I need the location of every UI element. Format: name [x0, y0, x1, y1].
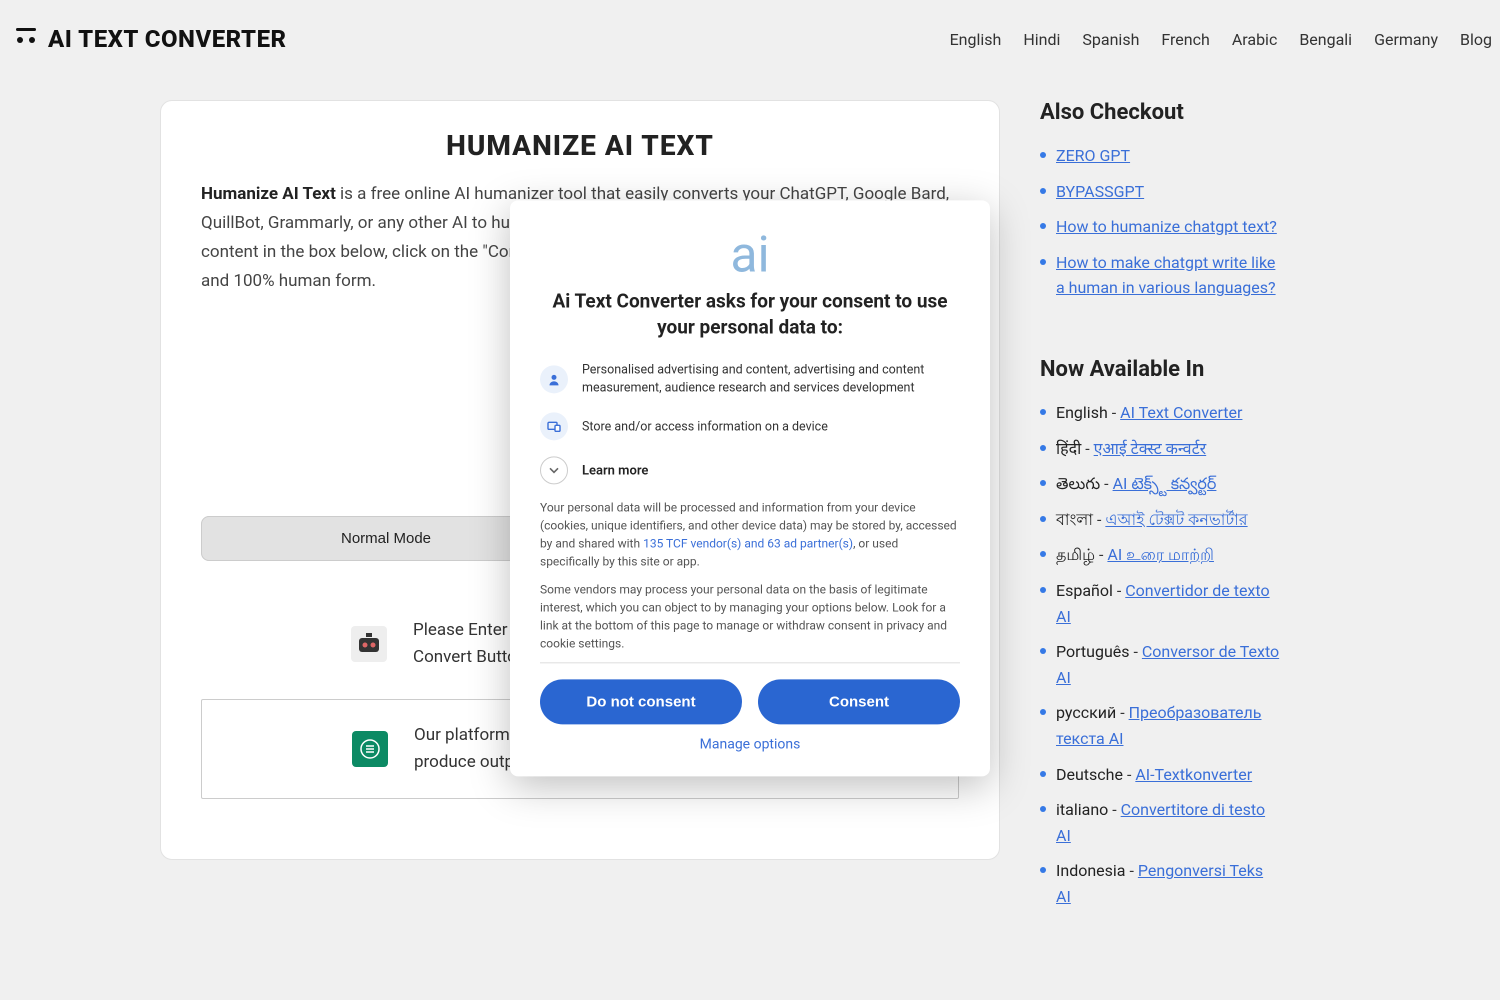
- consent-text-1: Personalised advertising and content, ad…: [582, 362, 960, 397]
- consent-item-1: Personalised advertising and content, ad…: [540, 362, 960, 397]
- nav-blog[interactable]: Blog: [1460, 30, 1492, 49]
- person-icon: [540, 365, 568, 393]
- list-item: தமிழ் - AI உரை மாற்றி: [1040, 542, 1280, 568]
- lang-label: Español: [1056, 581, 1113, 600]
- vendors-link[interactable]: 135 TCF vendor(s) and 63 ad partner(s): [643, 537, 853, 551]
- intro-strong: Humanize AI Text: [201, 184, 336, 204]
- list-item: English - AI Text Converter: [1040, 400, 1280, 426]
- logo[interactable]: AI TEXT CONVERTER: [12, 24, 287, 54]
- lang-label: English: [1056, 403, 1108, 422]
- link-howto-languages[interactable]: How to make chatgpt write like a human i…: [1056, 253, 1276, 298]
- page-title: HUMANIZE AI TEXT: [201, 129, 959, 162]
- consent-modal: ai Ai Text Converter asks for your conse…: [510, 200, 990, 776]
- consent-button-row: Do not consent Consent: [540, 680, 960, 725]
- list-item: italiano - Convertitore di testo AI: [1040, 797, 1280, 848]
- lang-label: తెలుగు: [1056, 474, 1100, 493]
- lang-link[interactable]: AI உரை மாற்றி: [1107, 545, 1214, 564]
- languages-list: English - AI Text Converter हिंदी - एआई …: [1040, 400, 1280, 910]
- modal-logo: ai: [540, 230, 960, 280]
- also-checkout-card: Also Checkout ZERO GPT BYPASSGPT How to …: [1040, 100, 1280, 301]
- lang-label: русский: [1056, 703, 1116, 722]
- top-nav: English Hindi Spanish French Arabic Beng…: [950, 30, 1492, 49]
- header: AI TEXT CONVERTER English Hindi Spanish …: [0, 0, 1500, 78]
- nav-spanish[interactable]: Spanish: [1082, 30, 1139, 49]
- list-item: русский - Преобразователь текста AI: [1040, 700, 1280, 751]
- nav-english[interactable]: English: [950, 30, 1002, 49]
- nav-hindi[interactable]: Hindi: [1023, 30, 1060, 49]
- logo-icon: [12, 24, 40, 54]
- link-howto-humanize[interactable]: How to humanize chatgpt text?: [1056, 217, 1277, 236]
- consent-button[interactable]: Consent: [758, 680, 960, 725]
- list-item: ZERO GPT: [1040, 143, 1280, 169]
- learn-more-toggle[interactable]: Learn more: [540, 457, 960, 485]
- lang-label: বাংলা: [1056, 510, 1093, 529]
- robot-avatar-icon: [351, 626, 387, 662]
- lang-label: Português: [1056, 642, 1130, 661]
- sidebar: Also Checkout ZERO GPT BYPASSGPT How to …: [1040, 100, 1280, 909]
- list-item: How to humanize chatgpt text?: [1040, 214, 1280, 240]
- languages-card: Now Available In English - AI Text Conve…: [1040, 357, 1280, 910]
- link-bypassgpt[interactable]: BYPASSGPT: [1056, 182, 1144, 201]
- languages-title: Now Available In: [1040, 357, 1280, 382]
- nav-french[interactable]: French: [1161, 30, 1209, 49]
- list-item: Português - Conversor de Texto AI: [1040, 639, 1280, 690]
- lang-link[interactable]: AI Text Converter: [1120, 403, 1242, 422]
- consent-text-2: Store and/or access information on a dev…: [582, 418, 828, 436]
- gpt-icon: [352, 731, 388, 767]
- list-item: Indonesia - Pengonversi Teks AI: [1040, 858, 1280, 909]
- learn-more-label: Learn more: [582, 463, 648, 478]
- logo-text: AI TEXT CONVERTER: [48, 25, 287, 53]
- lang-label: தமிழ்: [1056, 545, 1095, 564]
- modal-divider: [540, 663, 960, 664]
- modal-title: Ai Text Converter asks for your consent …: [540, 288, 960, 339]
- devices-icon: [540, 413, 568, 441]
- modal-body-2: Some vendors may process your personal d…: [540, 581, 960, 653]
- lang-label: Deutsche: [1056, 765, 1123, 784]
- list-item: हिंदी - एआई टेक्स्ट कन्वर्टर: [1040, 436, 1280, 462]
- list-item: Deutsche - AI-Textkonverter: [1040, 762, 1280, 788]
- chevron-down-icon: [540, 457, 568, 485]
- checkout-list: ZERO GPT BYPASSGPT How to humanize chatg…: [1040, 143, 1280, 301]
- lang-link[interactable]: एआई टेक्स्ट कन्वर्टर: [1094, 439, 1207, 458]
- list-item: BYPASSGPT: [1040, 179, 1280, 205]
- consent-item-2: Store and/or access information on a dev…: [540, 413, 960, 441]
- nav-bengali[interactable]: Bengali: [1299, 30, 1352, 49]
- modal-body-1: Your personal data will be processed and…: [540, 499, 960, 571]
- list-item: বাংলা - এআই টেক্সট কনভার্টার: [1040, 507, 1280, 533]
- lang-label: हिंदी: [1056, 439, 1081, 458]
- list-item: How to make chatgpt write like a human i…: [1040, 250, 1280, 301]
- also-checkout-title: Also Checkout: [1040, 100, 1280, 125]
- lang-link[interactable]: AI టెక్స్ట్ కన్వర్టర్: [1113, 474, 1217, 493]
- nav-germany[interactable]: Germany: [1374, 30, 1438, 49]
- lang-label: Indonesia: [1056, 861, 1126, 880]
- manage-options-link[interactable]: Manage options: [540, 737, 960, 753]
- do-not-consent-button[interactable]: Do not consent: [540, 680, 742, 725]
- list-item: తెలుగు - AI టెక్స్ట్ కన్వర్టర్: [1040, 471, 1280, 497]
- lang-link[interactable]: এআই টেক্সট কনভার্টার: [1105, 510, 1247, 529]
- nav-arabic[interactable]: Arabic: [1232, 30, 1278, 49]
- lang-label: italiano: [1056, 800, 1108, 819]
- lang-link[interactable]: AI-Textkonverter: [1135, 765, 1252, 784]
- list-item: Español - Convertidor de texto AI: [1040, 578, 1280, 629]
- link-zerogpt[interactable]: ZERO GPT: [1056, 146, 1130, 165]
